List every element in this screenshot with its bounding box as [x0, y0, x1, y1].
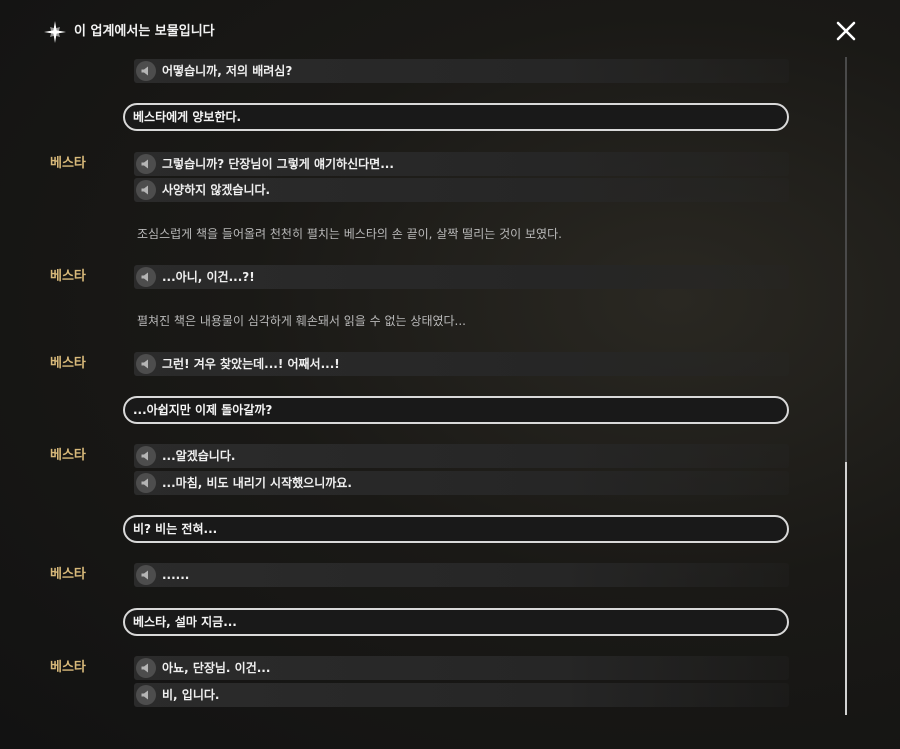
voice-line-text: 어떻습니까, 저의 배려심?: [162, 64, 293, 78]
dialogue-log: 어떻습니까, 저의 배려심? 베스타에게 양보한다. 베스타 그렇습니까? 단장…: [0, 0, 900, 749]
choice-text: 베스타, 설마 지금...: [133, 615, 237, 629]
speaker-name: 베스타: [50, 156, 86, 171]
choice-option[interactable]: 비? 비는 전혀...: [123, 515, 789, 543]
speaker-icon: [141, 570, 148, 580]
voice-line-text: 그런! 겨우 찾았는데...! 어째서...!: [162, 357, 340, 371]
narration-text: 펼쳐진 책은 내용물이 심각하게 훼손돼서 읽을 수 없는 상태였다...: [137, 314, 467, 328]
choice-text: 비? 비는 전혀...: [133, 522, 218, 536]
speaker-icon: [141, 66, 148, 76]
voice-line-text: ...알겠습니다.: [162, 449, 236, 463]
voice-line: ...알겠습니다.: [134, 444, 789, 468]
voice-play-button[interactable]: [136, 354, 156, 374]
voice-line-text: 비, 입니다.: [162, 688, 220, 702]
choice-option[interactable]: ...아쉽지만 이제 돌아갈까?: [123, 396, 789, 424]
speaker-name: 베스타: [50, 356, 86, 371]
voice-play-button[interactable]: [136, 473, 156, 493]
speaker-name: 베스타: [50, 567, 86, 582]
scrollbar-thumb[interactable]: [845, 462, 847, 715]
choice-option[interactable]: 베스타, 설마 지금...: [123, 608, 789, 636]
speaker-name: 베스타: [50, 269, 86, 284]
voice-line-text: 사양하지 않겠습니다.: [162, 183, 271, 197]
choice-text: ...아쉽지만 이제 돌아갈까?: [133, 403, 273, 417]
voice-line-text: ......: [162, 568, 190, 582]
voice-play-button[interactable]: [136, 565, 156, 585]
voice-play-button[interactable]: [136, 685, 156, 705]
choice-text: 베스타에게 양보한다.: [133, 110, 242, 124]
speaker-icon: [141, 690, 148, 700]
voice-play-button[interactable]: [136, 180, 156, 200]
speaker-icon: [141, 185, 148, 195]
voice-line-text: ...아니, 이건...?!: [162, 270, 255, 284]
voice-play-button[interactable]: [136, 446, 156, 466]
voice-line-text: 아뇨, 단장님. 이건...: [162, 661, 271, 675]
speaker-icon: [141, 272, 148, 282]
speaker-icon: [141, 478, 148, 488]
voice-play-button[interactable]: [136, 658, 156, 678]
voice-line: 그런! 겨우 찾았는데...! 어째서...!: [134, 352, 789, 376]
choice-option[interactable]: 베스타에게 양보한다.: [123, 103, 789, 131]
speaker-icon: [141, 159, 148, 169]
voice-play-button[interactable]: [136, 267, 156, 287]
voice-line: ......: [134, 563, 789, 587]
speaker-icon: [141, 359, 148, 369]
speaker-icon: [141, 451, 148, 461]
voice-line: 사양하지 않겠습니다.: [134, 178, 789, 202]
voice-line: 그렇습니까? 단장님이 그렇게 얘기하신다면...: [134, 152, 789, 176]
narration-text: 조심스럽게 책을 들어올려 천천히 펼치는 베스타의 손 끝이, 살짝 떨리는 …: [137, 227, 562, 241]
voice-line-text: ...마침, 비도 내리기 시작했으니까요.: [162, 476, 352, 490]
voice-line: 아뇨, 단장님. 이건...: [134, 656, 789, 680]
voice-line-text: 그렇습니까? 단장님이 그렇게 얘기하신다면...: [162, 157, 394, 171]
speaker-icon: [141, 663, 148, 673]
speaker-name: 베스타: [50, 448, 86, 463]
voice-play-button[interactable]: [136, 61, 156, 81]
voice-line: ...아니, 이건...?!: [134, 265, 789, 289]
voice-play-button[interactable]: [136, 154, 156, 174]
speaker-name: 베스타: [50, 660, 86, 675]
voice-line: 어떻습니까, 저의 배려심?: [134, 59, 789, 83]
voice-line: 비, 입니다.: [134, 683, 789, 707]
voice-line: ...마침, 비도 내리기 시작했으니까요.: [134, 471, 789, 495]
